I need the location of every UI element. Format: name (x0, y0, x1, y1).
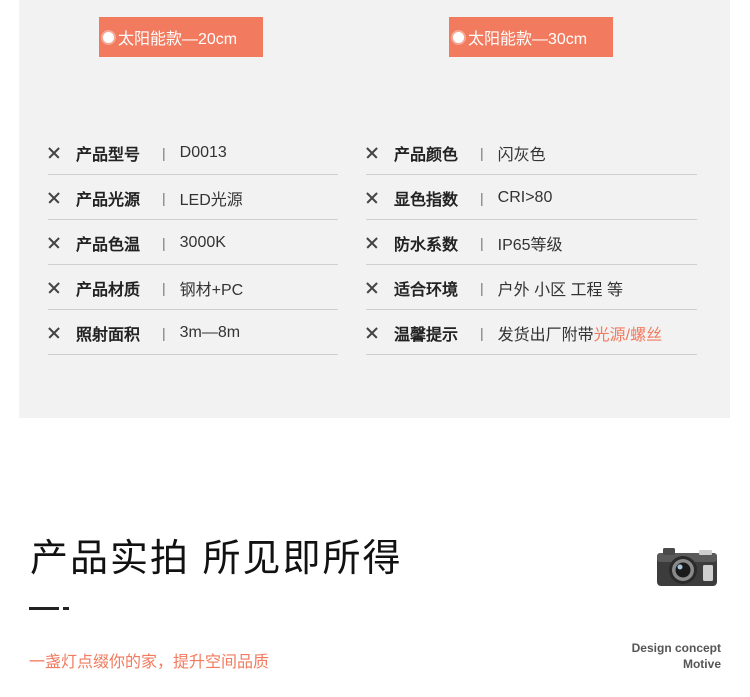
spec-value-highlight: 光源/螺丝 (593, 326, 663, 344)
spec-value-text: 发货出厂附带 (497, 326, 594, 344)
spec-row: 防水系数 | IP65等级 (366, 221, 697, 265)
separator: | (480, 279, 484, 296)
x-icon (48, 192, 60, 204)
separator: | (162, 279, 166, 296)
title-underline-dot (63, 607, 69, 610)
spec-value: IP65等级 (497, 236, 563, 254)
spec-panel: 太阳能款—20cm 太阳能款—30cm 产品型号 | D0013 产品光源 | … (19, 0, 730, 418)
section-title: 产品实拍 所见即所得 (30, 538, 403, 580)
spec-row: 产品材质 | 钢材+PC (48, 266, 338, 310)
spec-row: 适合环境 | 户外 小区 工程 等 (366, 266, 697, 310)
spec-row: 产品光源 | LED光源 (48, 176, 338, 220)
tag-label: 太阳能款—30cm (468, 31, 588, 48)
tag-30cm: 太阳能款—30cm (449, 17, 613, 57)
design-concept: Design concept Motive (632, 640, 721, 672)
x-icon (366, 147, 378, 159)
separator: | (162, 189, 166, 206)
x-icon (366, 327, 378, 339)
x-icon (48, 327, 60, 339)
spec-list-left: 产品型号 | D0013 产品光源 | LED光源 产品色温 | 3000K 产… (48, 131, 338, 355)
dot-icon (103, 31, 114, 43)
spec-label: 产品颜色 (394, 146, 459, 164)
title-underline (29, 607, 59, 610)
spec-value: 闪灰色 (497, 146, 546, 164)
spec-value: 3m—8m (179, 323, 241, 341)
separator: | (162, 144, 166, 161)
spec-label: 照射面积 (76, 326, 141, 344)
tag-label: 太阳能款—20cm (118, 31, 238, 48)
spec-value: 3000K (179, 233, 226, 251)
spec-value: D0013 (179, 143, 227, 161)
camera-icon (657, 548, 717, 586)
design-line-1: Design concept (631, 641, 721, 655)
spec-label: 产品材质 (76, 281, 141, 299)
separator: | (480, 144, 484, 161)
spec-row: 产品色温 | 3000K (48, 221, 338, 265)
spec-row: 产品颜色 | 闪灰色 (366, 131, 697, 175)
spec-list-right: 产品颜色 | 闪灰色 显色指数 | CRI>80 防水系数 | IP65等级 适… (366, 131, 697, 355)
spec-label: 防水系数 (394, 236, 459, 254)
x-icon (366, 282, 378, 294)
spec-row: 产品型号 | D0013 (48, 131, 338, 175)
spec-value: 户外 小区 工程 等 (497, 281, 623, 299)
spec-value: 发货出厂附带光源/螺丝 (498, 321, 662, 345)
separator: | (480, 189, 484, 206)
spec-value: LED光源 (179, 191, 243, 209)
x-icon (48, 237, 60, 249)
x-icon (366, 192, 378, 204)
separator: | (480, 234, 484, 251)
spec-label: 适合环境 (394, 281, 459, 299)
separator: | (162, 234, 166, 251)
spec-value: CRI>80 (497, 188, 553, 206)
spec-row: 显色指数 | CRI>80 (366, 176, 697, 220)
section-subtitle: 一盏灯点缀你的家，提升空间品质 (29, 654, 270, 671)
spec-value: 钢材+PC (179, 281, 244, 299)
spec-label: 产品型号 (76, 146, 141, 164)
spec-label: 显色指数 (394, 191, 459, 209)
x-icon (366, 237, 378, 249)
spec-label: 产品光源 (76, 191, 141, 209)
spec-row: 温馨提示 | 发货出厂附带光源/螺丝 (366, 311, 697, 355)
spec-label: 温馨提示 (394, 326, 459, 344)
separator: | (162, 324, 166, 341)
design-line-2: Motive (682, 657, 721, 671)
separator: | (480, 324, 484, 341)
x-icon (48, 282, 60, 294)
spec-row: 照射面积 | 3m—8m (48, 311, 338, 355)
spec-label: 产品色温 (76, 236, 141, 254)
tag-20cm: 太阳能款—20cm (99, 17, 263, 57)
x-icon (48, 147, 60, 159)
dot-icon (453, 31, 464, 43)
